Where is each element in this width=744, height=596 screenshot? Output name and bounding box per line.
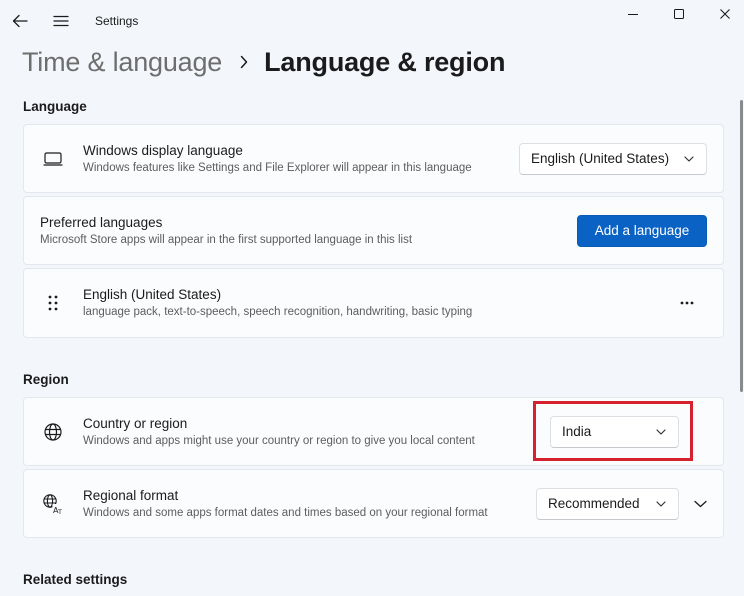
breadcrumb: Time & language Language & region	[22, 42, 505, 82]
monitor-icon	[42, 148, 64, 170]
preferred-languages-subtitle: Microsoft Store apps will appear in the …	[40, 233, 413, 246]
breadcrumb-parent-link[interactable]: Time & language	[22, 47, 222, 78]
display-language-card: Windows display language Windows feature…	[23, 124, 724, 193]
regional-format-title: Regional format	[83, 487, 179, 503]
display-language-value: English (United States)	[531, 151, 670, 166]
language-section-title: Language	[23, 99, 87, 114]
region-section-title: Region	[23, 372, 69, 387]
related-settings-title: Related settings	[23, 572, 128, 587]
preferred-languages-title: Preferred languages	[40, 214, 163, 230]
display-language-title: Windows display language	[83, 142, 243, 158]
close-icon[interactable]	[713, 4, 737, 24]
language-item-subtitle: language pack, text-to-speech, speech re…	[83, 306, 473, 318]
expand-chevron-icon[interactable]	[688, 492, 712, 516]
regional-format-subtitle: Windows and some apps format dates and t…	[83, 506, 488, 519]
regional-format-icon: AT	[42, 493, 64, 515]
chevron-down-icon	[684, 155, 694, 162]
drag-handle-icon[interactable]	[42, 292, 64, 314]
preferred-languages-card: Preferred languages Microsoft Store apps…	[23, 196, 724, 265]
back-arrow-icon[interactable]	[10, 11, 30, 31]
page-title: Language & region	[264, 46, 506, 77]
country-region-title: Country or region	[83, 415, 188, 431]
regional-format-card[interactable]: AT Regional format Windows and some apps…	[23, 469, 724, 538]
display-language-subtitle: Windows features like Settings and File …	[83, 161, 472, 174]
window-title: Settings	[95, 14, 139, 28]
display-language-dropdown[interactable]: English (United States)	[519, 142, 707, 175]
highlight-box	[533, 401, 693, 461]
maximize-icon[interactable]	[667, 4, 691, 24]
chevron-right-icon	[240, 55, 248, 69]
regional-format-dropdown[interactable]: Recommended	[536, 487, 679, 520]
chevron-down-icon	[656, 500, 666, 507]
minimize-icon[interactable]	[621, 4, 645, 24]
globe-icon	[42, 421, 64, 443]
more-options-icon[interactable]	[673, 289, 701, 317]
scrollbar[interactable]	[740, 100, 743, 392]
country-region-subtitle: Windows and apps might use your country …	[83, 434, 475, 447]
language-item-title: English (United States)	[83, 287, 222, 302]
language-list-item[interactable]: English (United States) language pack, t…	[23, 268, 724, 338]
svg-text:T: T	[57, 508, 62, 515]
hamburger-menu-icon[interactable]	[51, 11, 71, 31]
regional-format-value: Recommended	[548, 496, 640, 511]
title-bar: Settings	[0, 0, 744, 42]
add-language-button[interactable]: Add a language	[577, 214, 707, 247]
